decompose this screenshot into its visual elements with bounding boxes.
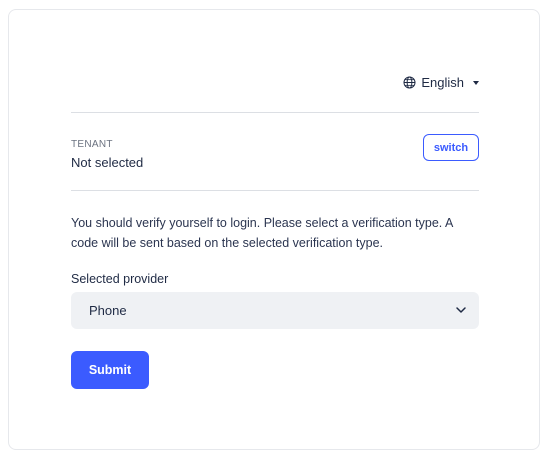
language-label: English: [421, 75, 464, 90]
tenant-value: Not selected: [71, 155, 144, 170]
globe-icon: [403, 76, 416, 89]
submit-button[interactable]: Submit: [71, 351, 149, 389]
language-selector[interactable]: English: [403, 75, 479, 90]
login-card: English TENANT Not selected switch You s…: [8, 9, 540, 450]
caret-down-icon: [473, 81, 479, 85]
switch-tenant-button[interactable]: switch: [423, 134, 479, 161]
provider-selected-value: Phone: [89, 303, 127, 318]
chevron-down-icon: [456, 307, 466, 313]
tenant-label: TENANT: [71, 139, 113, 150]
provider-label: Selected provider: [71, 272, 169, 286]
divider: [71, 112, 479, 113]
divider: [71, 190, 479, 191]
provider-select[interactable]: Phone: [71, 292, 479, 329]
verification-info-text: You should verify yourself to login. Ple…: [71, 216, 453, 250]
